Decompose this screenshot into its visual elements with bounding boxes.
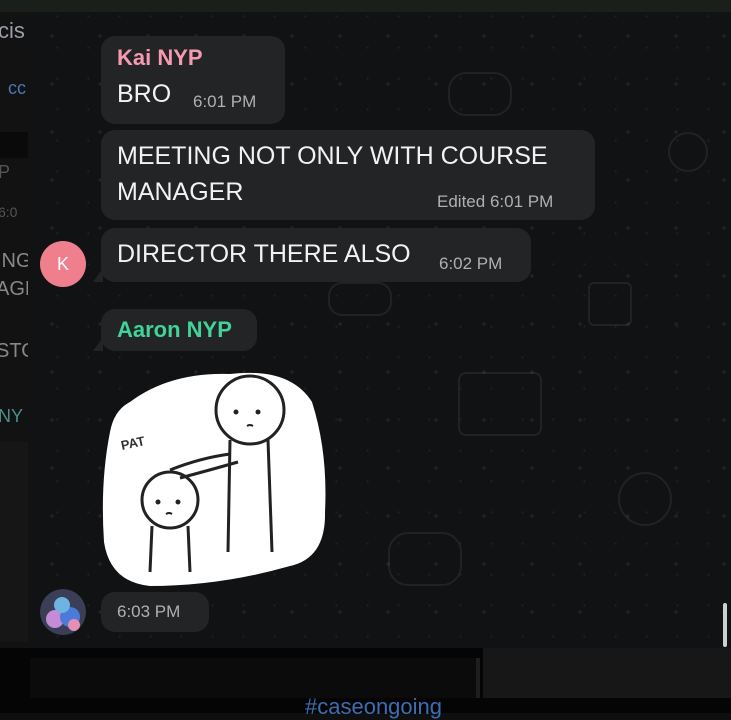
- chat-area[interactable]: Kai NYP BRO 6:01 PM MEETING NOT ONLY WIT…: [28, 12, 731, 648]
- message-text-line: MEETING NOT ONLY WITH COURSE: [117, 142, 548, 170]
- chat-list-fragment: AGE: [0, 278, 28, 300]
- doodle-decoration: [618, 472, 672, 526]
- chat-list-fragment: NY: [0, 406, 24, 426]
- chat-list-fragment: cis: [0, 18, 25, 43]
- message-time: 6:02 PM: [439, 254, 503, 273]
- message-time: 6:01 PM: [193, 92, 257, 111]
- message-text: BRO: [117, 80, 172, 108]
- edited-label: Edited: [437, 192, 486, 211]
- message-edited-status: Edited 6:01 PM: [437, 192, 553, 212]
- doodle-decoration: [328, 282, 392, 316]
- message-bubble[interactable]: MEETING NOT ONLY WITH COURSE MANAGER Edi…: [101, 130, 595, 220]
- composer-area[interactable]: [30, 658, 480, 698]
- chat-list-fragment: cc: [8, 78, 26, 98]
- sender-name[interactable]: Aaron NYP: [117, 317, 232, 343]
- message-time: 6:03 PM: [117, 602, 181, 621]
- message-text: DIRECTOR THERE ALSO: [117, 240, 411, 268]
- chat-list-preview: [0, 442, 28, 642]
- avatar-initial: K: [56, 253, 69, 274]
- sticker-image[interactable]: PAT: [100, 362, 332, 592]
- chat-list-fragment: P: [0, 162, 11, 182]
- chat-list-fragment: STO: [0, 340, 28, 362]
- sender-bubble[interactable]: Aaron NYP: [93, 309, 257, 351]
- message-bubble[interactable]: DIRECTOR THERE ALSO 6:02 PM: [93, 228, 531, 282]
- sender-name[interactable]: Kai NYP: [117, 45, 203, 71]
- message-time: 6:01 PM: [489, 192, 554, 211]
- doodle-decoration: [388, 532, 462, 586]
- chat-list-pane[interactable]: cis cc P 6:0 ING AGE STO NY: [0, 12, 28, 648]
- message-text-line: MANAGER: [117, 178, 244, 206]
- doodle-decoration: [668, 132, 708, 172]
- chat-list-divider: [0, 132, 28, 158]
- chat-list-fragment: 6:0: [0, 204, 18, 220]
- side-panel: [483, 648, 731, 698]
- sticker-time-bubble: 6:03 PM: [101, 592, 209, 632]
- chat-list-fragment: ING: [0, 250, 28, 272]
- message-bubble[interactable]: Kai NYP BRO 6:01 PM: [101, 36, 285, 124]
- doodle-decoration: [588, 282, 632, 326]
- avatar[interactable]: K: [40, 241, 86, 287]
- scrollbar-thumb[interactable]: [723, 603, 727, 647]
- top-strip: [0, 0, 731, 12]
- doodle-decoration: [448, 72, 512, 116]
- doodle-decoration: [458, 372, 542, 436]
- avatar[interactable]: [40, 589, 86, 635]
- hashtag-link[interactable]: #caseongoing: [305, 694, 442, 720]
